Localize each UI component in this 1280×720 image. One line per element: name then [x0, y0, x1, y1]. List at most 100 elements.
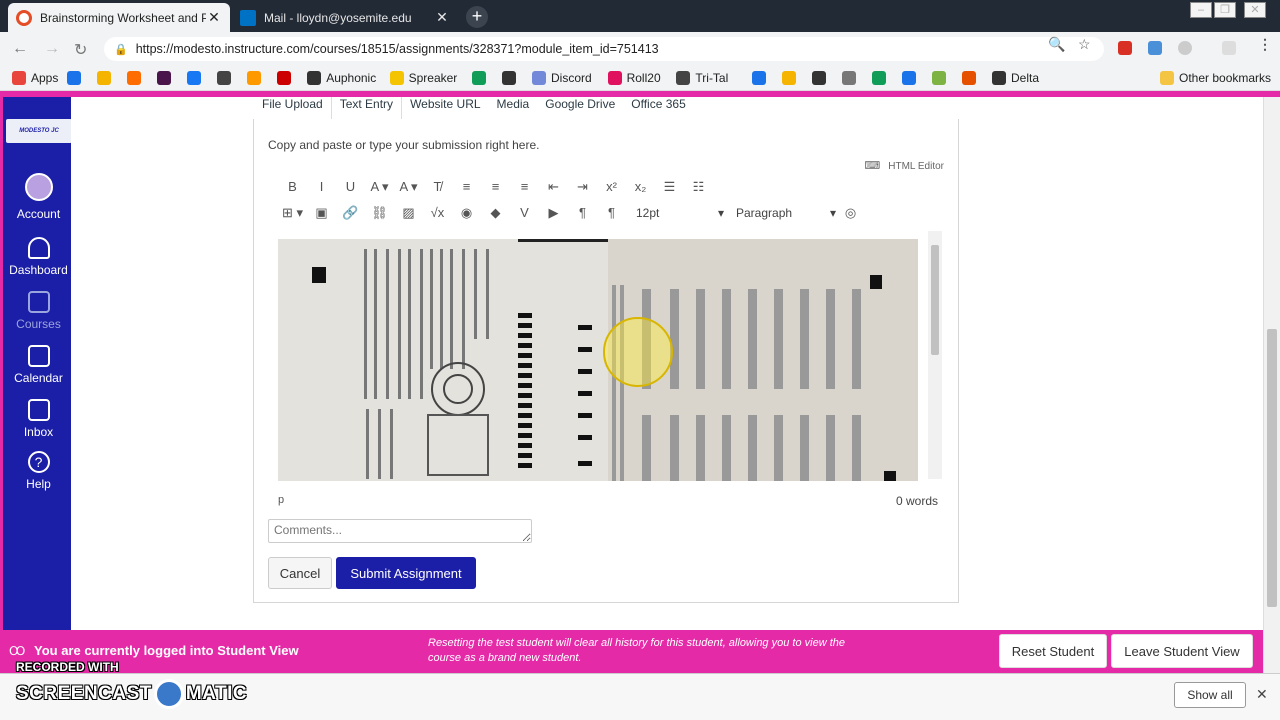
college-logo[interactable]: MODESTO JC: [6, 119, 72, 143]
ltr-paragraph-icon[interactable]: ¶: [568, 203, 597, 223]
office-365-icon[interactable]: ◆: [481, 203, 510, 223]
back-icon[interactable]: ←: [12, 40, 28, 58]
bookmark-item[interactable]: Auphonic: [307, 71, 376, 85]
close-tab-icon[interactable]: ✕: [434, 9, 450, 26]
bookmark-item[interactable]: Delta: [992, 71, 1039, 85]
show-all-downloads-button[interactable]: Show all: [1174, 682, 1246, 708]
bookmark-item[interactable]: [962, 71, 981, 85]
bookmark-item[interactable]: [502, 71, 521, 85]
bookmark-item[interactable]: Tri-Tal: [676, 71, 728, 85]
restore-button[interactable]: ❐: [1214, 2, 1236, 18]
background-color-icon[interactable]: A ▾: [394, 177, 423, 197]
indent-icon[interactable]: ⇥: [568, 177, 597, 197]
bookmark-item[interactable]: [902, 71, 921, 85]
address-bar[interactable]: 🔒 https://modesto.instructure.com/course…: [104, 37, 1104, 61]
media-icon[interactable]: ▶: [539, 203, 568, 223]
nav-courses[interactable]: Courses: [3, 291, 74, 331]
extension-icon[interactable]: [1178, 41, 1192, 55]
bookmark-item[interactable]: [812, 71, 831, 85]
extension-icon[interactable]: [1118, 41, 1132, 55]
zoom-icon[interactable]: 🔍: [1048, 36, 1065, 53]
numbered-list-icon[interactable]: ☷: [684, 177, 713, 197]
extension-icon[interactable]: [1148, 41, 1162, 55]
vimeo-icon[interactable]: V: [510, 203, 539, 223]
editor-scrollbar[interactable]: [928, 231, 942, 479]
nav-inbox[interactable]: Inbox: [3, 399, 74, 439]
table-icon[interactable]: ⊞ ▾: [278, 203, 307, 223]
bookmark-item[interactable]: [217, 71, 236, 85]
align-center-icon[interactable]: ≡: [481, 177, 510, 197]
nav-help[interactable]: ? Help: [3, 451, 74, 491]
forward-icon[interactable]: →: [44, 40, 60, 58]
align-right-icon[interactable]: ≡: [510, 177, 539, 197]
tab-website-url[interactable]: Website URL: [402, 97, 488, 119]
underline-icon[interactable]: U: [336, 177, 365, 197]
editor-scroll-thumb[interactable]: [931, 245, 939, 355]
reload-icon[interactable]: ↻: [74, 40, 87, 60]
page-scrollbar[interactable]: [1263, 97, 1280, 673]
nav-account[interactable]: Account: [3, 173, 74, 221]
bullet-list-icon[interactable]: ☰: [655, 177, 684, 197]
minimize-button[interactable]: –: [1190, 2, 1212, 18]
bookmark-item[interactable]: [67, 71, 86, 85]
bookmark-item[interactable]: Spreaker: [389, 71, 457, 85]
image-icon[interactable]: ▨: [394, 203, 423, 223]
bookmark-item[interactable]: [97, 71, 116, 85]
leave-student-view-button[interactable]: Leave Student View: [1111, 634, 1253, 668]
tab-mail[interactable]: Mail - lloydn@yosemite.edu ✕: [232, 3, 458, 32]
clear-formatting-icon[interactable]: T̸: [423, 177, 452, 197]
tab-file-upload[interactable]: File Upload: [254, 97, 331, 119]
bookmark-item[interactable]: [247, 71, 266, 85]
bookmark-item[interactable]: [472, 71, 491, 85]
close-download-bar-icon[interactable]: ✕: [1256, 686, 1268, 703]
tab-google-drive[interactable]: Google Drive: [537, 97, 623, 119]
bookmark-item[interactable]: [157, 71, 176, 85]
cancel-button[interactable]: Cancel: [268, 557, 332, 589]
close-tab-icon[interactable]: ✕: [206, 9, 222, 26]
bookmark-star-icon[interactable]: ☆: [1078, 36, 1091, 53]
font-size-select[interactable]: 12pt ▾: [636, 206, 724, 220]
submit-assignment-button[interactable]: Submit Assignment: [336, 557, 476, 589]
nav-calendar[interactable]: Calendar: [3, 345, 74, 385]
close-window-button[interactable]: ✕: [1244, 2, 1266, 18]
block-format-select[interactable]: Paragraph ▾: [736, 206, 836, 220]
bold-icon[interactable]: B: [278, 177, 307, 197]
bookmark-item[interactable]: [782, 71, 801, 85]
bookmark-item[interactable]: [842, 71, 861, 85]
comments-field[interactable]: [268, 519, 532, 543]
nav-dashboard[interactable]: Dashboard: [3, 237, 74, 277]
tab-text-entry[interactable]: Text Entry: [330, 97, 403, 119]
reset-student-button[interactable]: Reset Student: [999, 634, 1107, 668]
tab-brainstorming[interactable]: Brainstorming Worksheet and Pr ✕: [8, 3, 230, 32]
other-bookmarks-folder[interactable]: Other bookmarks: [1160, 71, 1271, 85]
bookmark-item[interactable]: Roll20: [607, 71, 661, 85]
bookmark-item[interactable]: [127, 71, 146, 85]
menu-icon[interactable]: ⋮: [1258, 36, 1272, 53]
tab-office-365[interactable]: Office 365: [623, 97, 693, 119]
rtl-paragraph-icon[interactable]: ¶: [597, 203, 626, 223]
bookmark-item[interactable]: [752, 71, 771, 85]
outdent-icon[interactable]: ⇤: [539, 177, 568, 197]
new-tab-button[interactable]: +: [466, 6, 488, 28]
italic-icon[interactable]: I: [307, 177, 336, 197]
accessibility-icon[interactable]: ◎: [836, 203, 865, 223]
bookmark-item[interactable]: [277, 71, 296, 85]
extension-icon[interactable]: [1222, 41, 1236, 55]
subscript-icon[interactable]: x₂: [626, 177, 655, 197]
embed-icon[interactable]: ▣: [307, 203, 336, 223]
bookmark-item[interactable]: [187, 71, 206, 85]
link-icon[interactable]: 🔗: [336, 203, 365, 223]
equation-icon[interactable]: √x: [423, 203, 452, 223]
bookmark-item[interactable]: Discord: [532, 71, 592, 85]
superscript-icon[interactable]: x²: [597, 177, 626, 197]
align-left-icon[interactable]: ≡: [452, 177, 481, 197]
page-scroll-thumb[interactable]: [1267, 329, 1277, 607]
unlink-icon[interactable]: ⛓: [365, 203, 394, 223]
element-path[interactable]: p: [278, 494, 284, 506]
bookmark-item[interactable]: [932, 71, 951, 85]
pasted-scanned-image[interactable]: [278, 239, 918, 481]
tab-media[interactable]: Media: [489, 97, 538, 119]
bookmark-item[interactable]: [872, 71, 891, 85]
html-editor-link[interactable]: ⌨ HTML Editor: [864, 159, 944, 172]
text-color-icon[interactable]: A ▾: [365, 177, 394, 197]
